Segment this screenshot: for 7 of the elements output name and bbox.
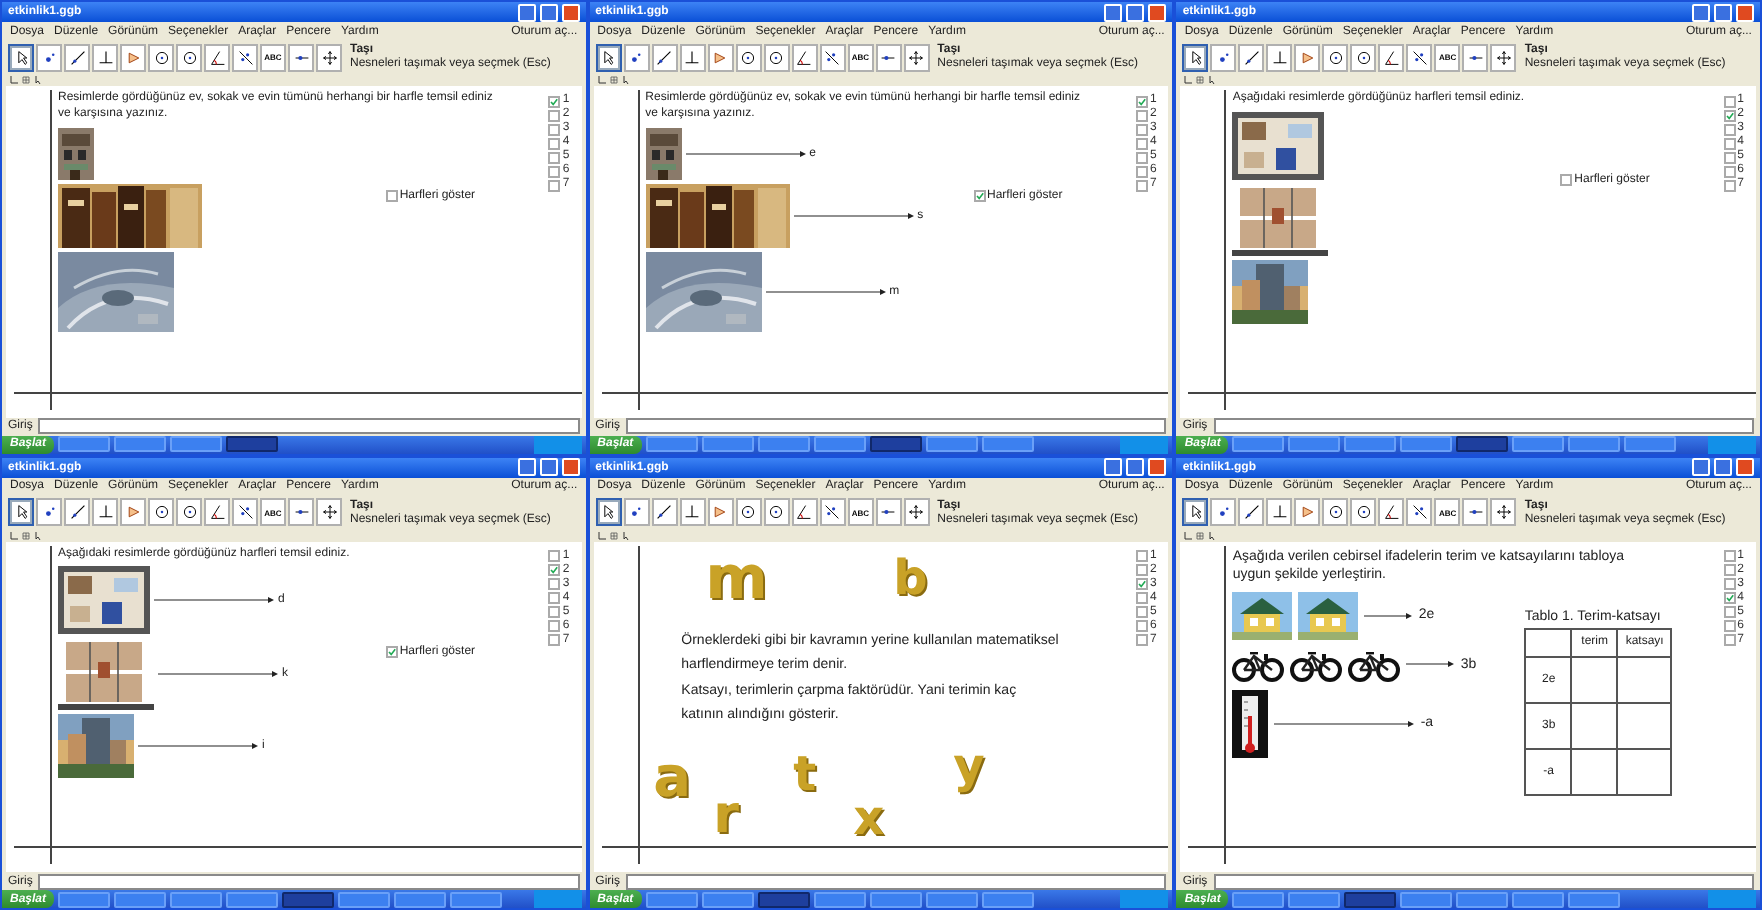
decorative-letter: t bbox=[793, 749, 817, 797]
decorative-letter: x bbox=[853, 793, 885, 841]
decorative-letter: b bbox=[893, 553, 928, 601]
decorative-letter: m bbox=[705, 549, 768, 609]
decorative-letter: r bbox=[713, 789, 739, 841]
decorative-letter: y bbox=[953, 741, 985, 789]
decorative-letter: a bbox=[653, 749, 692, 805]
